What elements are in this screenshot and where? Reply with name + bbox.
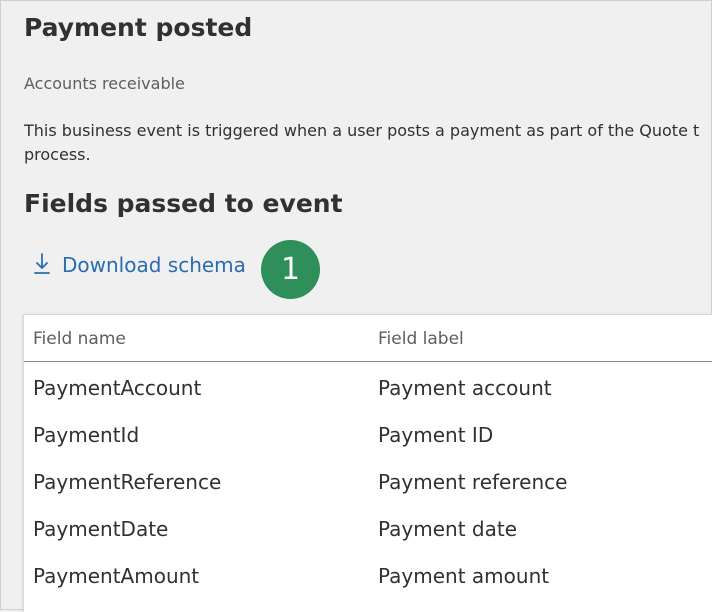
table-header: Field name Field label xyxy=(24,315,712,362)
table-row[interactable]: PaymentId Payment ID xyxy=(24,412,712,459)
field-label-cell: Payment date xyxy=(378,517,518,541)
download-schema-link[interactable]: Download schema xyxy=(32,253,246,277)
field-label-cell: Payment account xyxy=(378,376,552,400)
description-line-2: process. xyxy=(24,145,91,164)
download-icon xyxy=(32,251,52,277)
section-title-fields: Fields passed to event xyxy=(24,189,343,218)
callout-badge: 1 xyxy=(261,240,320,299)
table-row[interactable]: PaymentReference Payment reference xyxy=(24,459,712,506)
column-header-field-label[interactable]: Field label xyxy=(378,329,464,349)
page-title: Payment posted xyxy=(24,13,253,42)
table-row[interactable]: PaymentDate Payment date xyxy=(24,506,712,553)
field-name-cell: PaymentId xyxy=(33,423,140,447)
table-row[interactable]: PaymentAccount Payment account xyxy=(24,365,712,412)
field-label-cell: Payment amount xyxy=(378,564,550,588)
field-name-cell: PaymentAmount xyxy=(33,564,200,588)
field-name-cell: PaymentAccount xyxy=(33,376,202,400)
field-name-cell: PaymentReference xyxy=(33,470,222,494)
field-label-cell: Payment reference xyxy=(378,470,568,494)
download-schema-label: Download schema xyxy=(62,253,246,277)
column-header-field-name[interactable]: Field name xyxy=(33,329,126,349)
fields-table: Field name Field label PaymentAccount Pa… xyxy=(23,314,712,612)
field-name-cell: PaymentDate xyxy=(33,517,169,541)
event-description: This business event is triggered when a … xyxy=(24,119,712,169)
description-line-1: This business event is triggered when a … xyxy=(24,121,700,140)
table-row[interactable]: PaymentAmount Payment amount xyxy=(24,553,712,600)
event-details-panel: Payment posted Accounts receivable This … xyxy=(0,0,712,612)
module-name: Accounts receivable xyxy=(24,74,185,93)
field-label-cell: Payment ID xyxy=(378,423,494,447)
